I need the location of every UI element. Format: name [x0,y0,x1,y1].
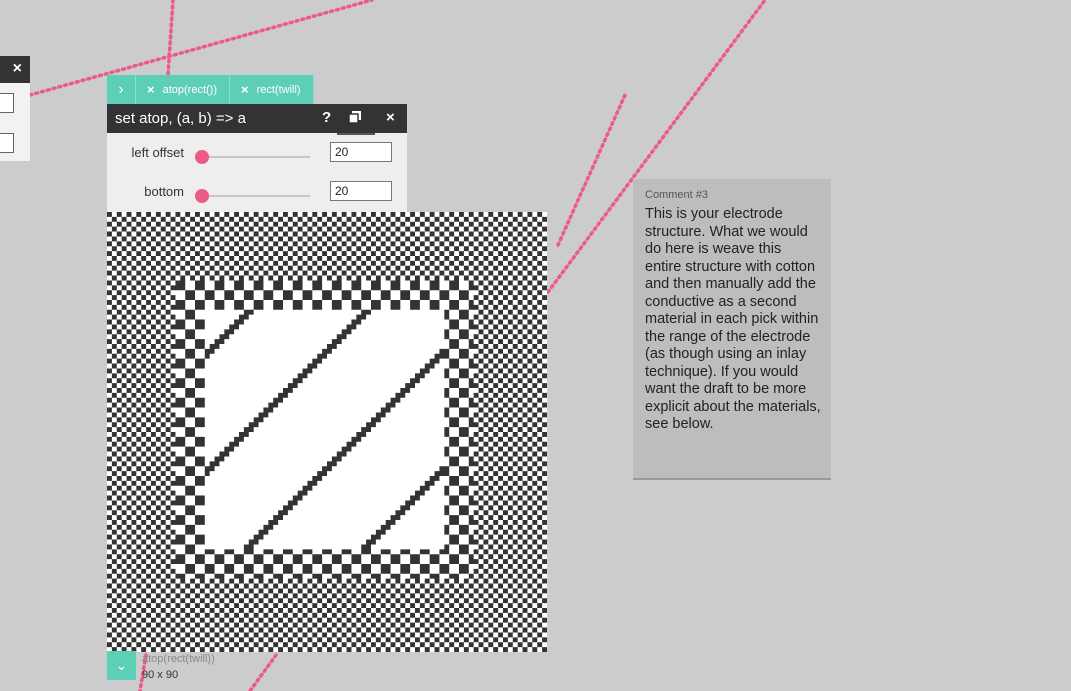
tab-label: rect(twill) [256,83,301,96]
draft-size: 90 x 90 [142,669,179,681]
comment-box[interactable]: Comment #3 This is your electrode struct… [633,179,831,480]
operation-params: left offset 20 bottom 20 [107,133,407,212]
operation-tabs: › × atop(rect()) × rect(twill) [107,75,314,104]
comment-title: Comment #3 [645,189,708,201]
close-icon[interactable]: × [386,109,395,126]
draft-name: atop(rect(twill)) [142,653,215,665]
comment-text[interactable]: This is your electrode structure. What w… [645,206,821,434]
chevron-right-icon[interactable]: › [107,75,136,104]
tab-rect-twill[interactable]: × rect(twill) [230,75,314,104]
connector-line [556,93,627,247]
left-panel-header: × [0,56,30,83]
param-label-left-offset: left offset [131,145,184,160]
connector-line [166,0,175,77]
operation-header: set atop, (a, b) => a ? × [107,104,407,133]
left-offset-slider[interactable] [202,156,310,158]
close-icon[interactable]: × [241,82,249,97]
left-panel-body [0,83,30,161]
draft-canvas[interactable] [107,212,547,652]
bottom-slider[interactable] [202,195,310,197]
left-param-input[interactable] [0,93,14,113]
duplicate-icon[interactable] [349,111,361,123]
bottom-input[interactable]: 20 [330,181,392,201]
bottom-slider-thumb[interactable] [195,189,209,203]
connector-line [248,653,278,691]
param-divider [337,133,375,135]
param-label-bottom: bottom [144,184,184,199]
left-offset-input[interactable]: 20 [330,142,392,162]
close-icon[interactable]: × [13,60,22,78]
chevron-down-icon[interactable]: ⌄ [107,651,136,680]
close-icon[interactable]: × [147,82,155,97]
tab-label: atop(rect()) [162,83,217,96]
tab-atop-rect[interactable]: × atop(rect()) [136,75,230,104]
left-param-input[interactable] [0,133,14,153]
help-icon[interactable]: ? [322,109,331,126]
left-offset-slider-thumb[interactable] [195,150,209,164]
operation-title: set atop, (a, b) => a [115,110,246,127]
